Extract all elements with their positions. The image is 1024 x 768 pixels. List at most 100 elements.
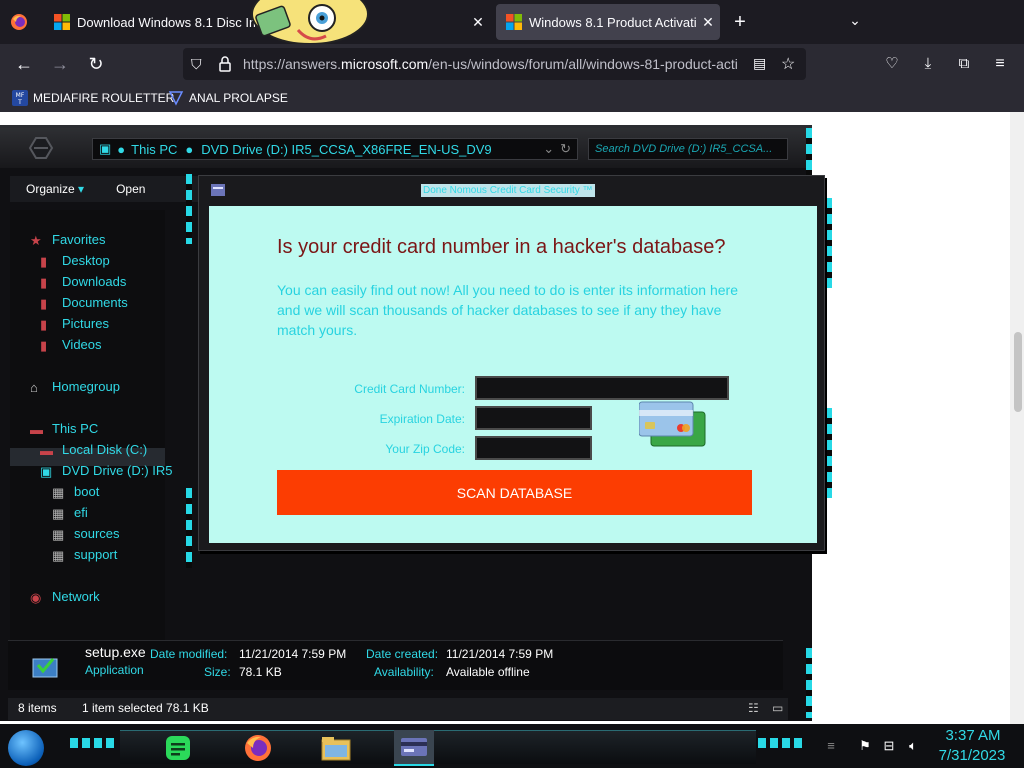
credit-cards-icon [639,401,706,447]
details-view-icon[interactable]: ☷ [748,701,759,715]
tab-bar: Download Windows 8.1 Disc Im ✕ Windows 8… [0,0,1024,45]
large-icons-view-icon[interactable]: ▭ [772,701,783,715]
action-center-flag-icon[interactable]: ⚑ [856,738,874,754]
nav-folder-sources[interactable]: ▦ sources [52,526,120,542]
lock-icon[interactable] [219,56,231,72]
decorative-strip [826,198,832,288]
svg-text:T: T [17,99,22,106]
taskbar-card-security-app[interactable] [394,730,434,766]
tab-product-activation[interactable]: Windows 8.1 Product Activation ✕ [496,4,720,40]
explorer-emblem-icon [28,137,54,159]
tab-list-chevron-icon[interactable]: ⌄ [845,12,865,29]
nav-this-pc[interactable]: ▬ This PC [30,421,98,437]
nav-folder-boot[interactable]: ▦ boot [52,484,100,500]
bookmark-second[interactable]: ANAL PROLAPSE [168,90,288,106]
scrollbar-thumb[interactable] [1014,332,1022,412]
nav-folder-efi[interactable]: ▦ efi [52,505,88,521]
taskbar-firefox[interactable] [238,730,278,766]
notes-app-icon [166,736,190,760]
zip-code-label: Your Zip Code: [385,442,465,456]
size-label: Size: [204,665,231,679]
downloads-icon: ▮ [40,274,48,290]
nav-label: Homegroup [52,379,120,394]
scan-database-button[interactable]: SCAN DATABASE [277,470,752,515]
network-status-icon[interactable]: ⊟ [880,738,898,754]
clock-date[interactable]: 7/31/2023 [936,747,1008,764]
selection-info: 1 item selected 78.1 KB [82,701,209,715]
nav-folder-support[interactable]: ▦ support [52,547,117,563]
url-path: /en-us/windows/forum/all/windows-81-prod… [428,56,738,72]
url-bar[interactable]: ⛉ https://answers.microsoft.com/en-us/wi… [183,48,806,80]
bookmark-mediafire[interactable]: MF T MEDIAFIRE ROULETTER [12,90,174,106]
popup-body: Is your credit card number in a hacker's… [209,206,817,543]
nav-videos[interactable]: ▮ Videos [40,337,102,353]
firefox-icon[interactable] [10,13,28,31]
card-number-input[interactable] [475,376,729,400]
nav-label: sources [74,526,120,541]
documents-icon: ▮ [40,295,48,311]
mediafire-icon: MF T [12,90,28,106]
page-scrollbar[interactable] [1010,112,1024,724]
chevron-down-icon[interactable]: ⌄ [543,141,554,157]
explorer-search-input[interactable]: Search DVD Drive (D:) IR5_CCSA... [588,138,788,160]
nav-desktop[interactable]: ▮ Desktop [40,253,110,269]
navigation-pane: ★ Favorites ▮ Desktop ▮ Downloads ▮ Document… [10,210,173,650]
breadcrumb-this-pc[interactable]: This PC [131,142,177,157]
decorative-strip [186,174,192,244]
taskbar-rail [120,730,756,764]
menu-icon[interactable]: ≡ [988,52,1012,76]
start-button[interactable] [8,730,44,766]
nav-network[interactable]: ◉ Network [30,589,100,605]
close-tab-icon[interactable]: ✕ [466,14,490,31]
nav-documents[interactable]: ▮ Documents [40,295,128,311]
nav-downloads[interactable]: ▮ Downloads [40,274,127,290]
nav-label: Documents [62,295,128,310]
close-tab-icon[interactable]: ✕ [696,14,720,31]
reader-view-icon[interactable]: ▤ [753,55,766,72]
extensions-icon[interactable]: ⧉ [952,52,976,76]
organize-button[interactable]: Organize ▾ [10,182,100,196]
forward-arrow-icon[interactable]: → [48,52,72,76]
taskbar-file-explorer[interactable] [316,730,356,766]
nav-label: efi [74,505,88,520]
explorer-status-bar: 8 items 1 item selected 78.1 KB ☷ ▭ [8,698,788,720]
url-text[interactable]: https://answers.microsoft.com/en-us/wind… [243,56,743,72]
windows-logo-icon [54,14,70,30]
shield-icon[interactable]: ⛉ [191,56,202,73]
firefox-icon [245,735,271,761]
nav-label: Downloads [62,274,127,289]
open-button[interactable]: Open [100,182,161,196]
nav-dvd-drive[interactable]: ▣ DVD Drive (D:) IR5 [40,463,173,479]
expiration-date-input[interactable] [475,406,592,430]
nav-favorites[interactable]: ★ Favorites [30,232,105,248]
taskbar: ≡ ⚑ ⊟ 🔈︎ 3:37 AM 7/31/2023 [0,724,1024,768]
back-arrow-icon[interactable]: ← [12,52,36,76]
download-icon[interactable]: ⤓ [916,52,940,76]
popup-heading: Is your credit card number in a hacker's… [277,236,726,258]
pocket-icon[interactable]: ♡ [880,52,904,76]
decorative-strip [826,408,832,498]
show-hidden-icons-icon[interactable]: ≡ [822,738,840,753]
windows-logo-icon [506,14,522,30]
bookmark-icon [168,91,184,106]
web-page-content: ▣ ● This PC ● DVD Drive (D:) IR5_CCSA_X8… [0,112,1024,724]
nav-homegroup[interactable]: ⌂ Homegroup [30,379,120,395]
nav-local-disk[interactable]: ▬ Local Disk (C:) [40,442,147,458]
volume-icon[interactable]: 🔈︎ [904,738,922,754]
refresh-icon[interactable]: ↻ [560,141,571,157]
reload-icon[interactable]: ↻ [84,52,108,76]
breadcrumb-dvd-drive[interactable]: DVD Drive (D:) IR5_CCSA_X86FRE_EN-US_DV9 [201,142,491,157]
drive-icon: ▣ [99,141,112,156]
zip-code-input[interactable] [475,436,592,460]
new-tab-button[interactable]: + [730,12,750,32]
address-bar[interactable]: ▣ ● This PC ● DVD Drive (D:) IR5_CCSA_X8… [92,138,578,160]
nav-label: boot [74,484,100,499]
clock-time[interactable]: 3:37 AM [938,727,1008,744]
videos-icon: ▮ [40,337,48,353]
tab-title: Windows 8.1 Product Activation [529,14,696,30]
popup-description: You can easily find out now! All you nee… [277,282,738,338]
star-bookmark-icon[interactable]: ☆ [781,54,795,74]
nav-label: Videos [62,337,102,352]
taskbar-notes-app[interactable] [158,730,198,766]
nav-pictures[interactable]: ▮ Pictures [40,316,109,332]
